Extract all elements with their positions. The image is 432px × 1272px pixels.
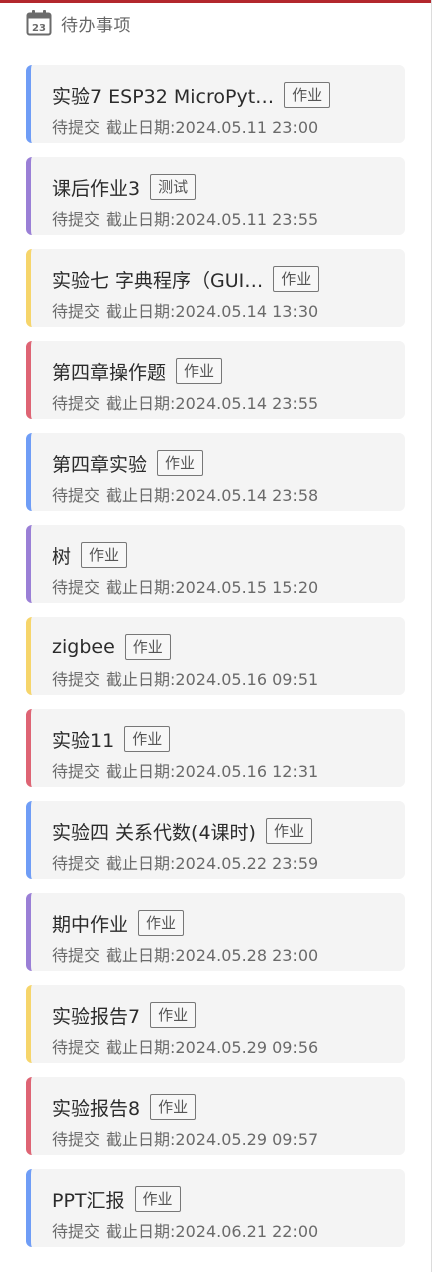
task-card[interactable]: 实验11 作业待提交 截止日期:2024.05.16 12:31 xyxy=(26,709,405,787)
task-meta: 待提交 截止日期:2024.05.16 09:51 xyxy=(52,666,318,690)
task-card[interactable]: 课后作业3 测试待提交 截止日期:2024.05.11 23:55 xyxy=(26,157,405,235)
task-status: 待提交 xyxy=(52,946,101,965)
task-status: 待提交 xyxy=(52,394,101,413)
task-status: 待提交 xyxy=(52,1038,101,1057)
task-type-tag: 作业 xyxy=(176,358,223,384)
task-status: 待提交 xyxy=(52,210,101,229)
top-accent-bar xyxy=(0,0,432,3)
task-status: 待提交 xyxy=(52,1222,101,1241)
task-title: 实验四 关系代数(4课时) xyxy=(52,821,256,844)
task-title: 课后作业3 xyxy=(52,177,141,200)
task-title-row: 实验7 ESP32 MicroPyt… 作业 xyxy=(52,81,389,109)
task-type-tag: 作业 xyxy=(157,450,204,476)
task-meta: 待提交 截止日期:2024.05.11 23:55 xyxy=(52,206,318,230)
task-deadline: 截止日期:2024.05.14 13:30 xyxy=(106,302,319,321)
task-title-row: 实验七 字典程序（GUI… 作业 xyxy=(52,265,389,293)
task-deadline: 截止日期:2024.05.11 23:00 xyxy=(106,118,319,137)
task-type-tag: 作业 xyxy=(150,1094,197,1120)
task-type-tag: 作业 xyxy=(81,542,128,568)
task-meta: 待提交 截止日期:2024.05.14 13:30 xyxy=(52,298,318,322)
task-title-row: 实验报告8 作业 xyxy=(52,1093,389,1121)
task-deadline: 截止日期:2024.05.28 23:00 xyxy=(106,946,319,965)
task-title-row: 实验11 作业 xyxy=(52,725,389,753)
task-meta: 待提交 截止日期:2024.05.14 23:58 xyxy=(52,482,318,506)
task-title-row: 第四章操作题 作业 xyxy=(52,357,389,385)
task-title: 实验11 xyxy=(52,729,115,752)
task-type-tag: 作业 xyxy=(273,266,320,292)
task-status: 待提交 xyxy=(52,762,101,781)
task-deadline: 截止日期:2024.05.14 23:58 xyxy=(106,486,319,505)
page-title: 待办事项 xyxy=(61,15,131,36)
task-title: zigbee xyxy=(52,636,115,658)
task-title-row: 期中作业 作业 xyxy=(52,909,389,937)
task-meta: 待提交 截止日期:2024.05.29 09:56 xyxy=(52,1034,318,1058)
task-title-row: 实验四 关系代数(4课时) 作业 xyxy=(52,817,389,845)
task-meta: 待提交 截止日期:2024.05.11 23:00 xyxy=(52,114,318,138)
task-status: 待提交 xyxy=(52,486,101,505)
task-meta: 待提交 截止日期:2024.06.21 22:00 xyxy=(52,1218,318,1242)
task-title-row: 实验报告7 作业 xyxy=(52,1001,389,1029)
task-type-tag: 测试 xyxy=(150,174,197,200)
task-status: 待提交 xyxy=(52,670,101,689)
task-deadline: 截止日期:2024.05.29 09:56 xyxy=(106,1038,319,1057)
task-title-row: 课后作业3 测试 xyxy=(52,173,389,201)
task-title-row: 树作业 xyxy=(52,541,389,569)
task-title-row: PPT汇报 作业 xyxy=(52,1185,389,1213)
todo-header: 23 待办事项 xyxy=(26,6,131,40)
task-type-tag: 作业 xyxy=(124,634,171,660)
task-card[interactable]: 第四章操作题 作业待提交 截止日期:2024.05.14 23:55 xyxy=(26,341,405,419)
task-meta: 待提交 截止日期:2024.05.28 23:00 xyxy=(52,942,318,966)
task-card[interactable]: 实验报告7 作业待提交 截止日期:2024.05.29 09:56 xyxy=(26,985,405,1063)
task-status: 待提交 xyxy=(52,118,101,137)
task-deadline: 截止日期:2024.05.22 23:59 xyxy=(106,854,319,873)
task-type-tag: 作业 xyxy=(150,1002,197,1028)
task-deadline: 截止日期:2024.05.16 12:31 xyxy=(106,762,319,781)
task-title: 实验七 字典程序（GUI… xyxy=(52,269,264,292)
task-deadline: 截止日期:2024.05.29 09:57 xyxy=(106,1130,319,1149)
task-title: 实验报告7 xyxy=(52,1005,141,1028)
task-card[interactable]: 实验七 字典程序（GUI… 作业待提交 截止日期:2024.05.14 13:30 xyxy=(26,249,405,327)
task-list: 实验7 ESP32 MicroPyt… 作业 待提交 截止日期:2024.05.11 … xyxy=(26,65,405,1261)
task-title: PPT汇报 xyxy=(52,1189,125,1212)
task-type-tag: 作业 xyxy=(138,910,185,936)
task-title-row: zigbee 作业 xyxy=(52,633,389,661)
task-meta: 待提交 截止日期:2024.05.15 15:20 xyxy=(52,574,318,598)
task-title: 第四章操作题 xyxy=(52,361,167,384)
task-type-tag: 作业 xyxy=(284,82,331,108)
task-type-tag: 作业 xyxy=(134,1186,181,1212)
task-card[interactable]: PPT汇报 作业待提交 截止日期:2024.06.21 22:00 xyxy=(26,1169,405,1247)
calendar-icon: 23 xyxy=(26,9,52,37)
task-title: 期中作业 xyxy=(52,913,129,936)
task-meta: 待提交 截止日期:2024.05.14 23:55 xyxy=(52,390,318,414)
task-meta: 待提交 截止日期:2024.05.22 23:59 xyxy=(52,850,318,874)
task-meta: 待提交 截止日期:2024.05.29 09:57 xyxy=(52,1126,318,1150)
task-status: 待提交 xyxy=(52,1130,101,1149)
task-type-tag: 作业 xyxy=(265,818,312,844)
task-title: 第四章实验 xyxy=(52,453,148,476)
task-deadline: 截止日期:2024.05.15 15:20 xyxy=(106,578,319,597)
task-status: 待提交 xyxy=(52,854,101,873)
task-deadline: 截止日期:2024.05.14 23:55 xyxy=(106,394,319,413)
task-card[interactable]: 第四章实验 作业待提交 截止日期:2024.05.14 23:58 xyxy=(26,433,405,511)
task-deadline: 截止日期:2024.05.11 23:55 xyxy=(106,210,319,229)
task-card[interactable]: 期中作业 作业待提交 截止日期:2024.05.28 23:00 xyxy=(26,893,405,971)
task-status: 待提交 xyxy=(52,302,101,321)
task-card[interactable]: 实验报告8 作业待提交 截止日期:2024.05.29 09:57 xyxy=(26,1077,405,1155)
task-title: 实验报告8 xyxy=(52,1097,141,1120)
task-status: 待提交 xyxy=(52,578,101,597)
task-card[interactable]: 树作业待提交 截止日期:2024.05.15 15:20 xyxy=(26,525,405,603)
task-card[interactable]: zigbee 作业待提交 截止日期:2024.05.16 09:51 xyxy=(26,617,405,695)
task-title-row: 第四章实验 作业 xyxy=(52,449,389,477)
task-type-tag: 作业 xyxy=(124,726,171,752)
task-card[interactable]: 实验四 关系代数(4课时) 作业待提交 截止日期:2024.05.22 23:59 xyxy=(26,801,405,879)
task-title: 树 xyxy=(52,545,72,568)
calendar-day-text: 23 xyxy=(32,23,46,34)
task-card[interactable]: 实验7 ESP32 MicroPyt… 作业待提交 截止日期:2024.05.11 … xyxy=(26,65,405,143)
task-deadline: 截止日期:2024.06.21 22:00 xyxy=(106,1222,319,1241)
task-title: 实验7 ESP32 MicroPyt… xyxy=(52,85,275,108)
task-meta: 待提交 截止日期:2024.05.16 12:31 xyxy=(52,758,318,782)
task-deadline: 截止日期:2024.05.16 09:51 xyxy=(106,670,319,689)
